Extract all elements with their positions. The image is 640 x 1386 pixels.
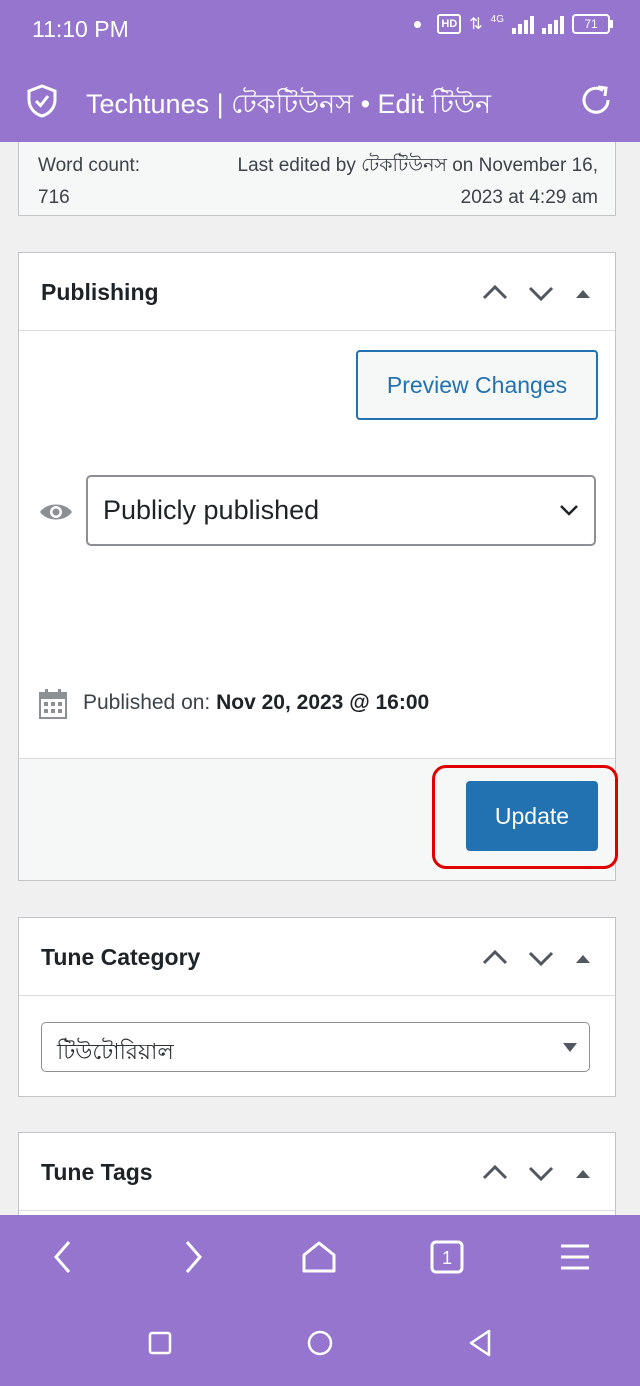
published-on-value[interactable]: Nov 20, 2023 @ 16:00	[216, 691, 429, 714]
move-down-icon[interactable]	[527, 944, 555, 972]
signal-icon	[512, 14, 534, 34]
page-title: Techtunes | টেকটিউনস • Edit টিউন	[86, 89, 492, 119]
home-icon[interactable]	[299, 1237, 339, 1277]
published-on: Published on: Nov 20, 2023 @ 16:00	[83, 691, 429, 715]
publishing-title: Publishing	[41, 279, 159, 305]
move-up-icon[interactable]	[481, 279, 509, 307]
status-bar: 11:10 PM HD ⇅ 4G 71	[0, 0, 640, 60]
move-down-icon[interactable]	[527, 1159, 555, 1187]
category-value: টিউটোরিয়াল	[57, 1039, 174, 1064]
tune-category-panel: Tune Category টিউটোরিয়াল	[18, 917, 616, 1097]
category-panel-header: Tune Category	[19, 918, 615, 996]
reload-icon[interactable]	[578, 82, 614, 118]
move-up-icon[interactable]	[481, 944, 509, 972]
status-time: 11:10 PM	[32, 16, 129, 42]
category-select[interactable]: টিউটোরিয়াল	[41, 1022, 590, 1072]
menu-icon[interactable]	[555, 1237, 595, 1277]
back-triangle-icon[interactable]	[460, 1323, 500, 1363]
category-title: Tune Category	[41, 944, 201, 970]
signal-2-icon	[542, 14, 564, 34]
tab-count: 1	[442, 1248, 452, 1268]
tags-title: Tune Tags	[41, 1159, 153, 1185]
published-on-label: Published on:	[83, 691, 211, 714]
hd-badge: HD	[437, 14, 462, 34]
eye-icon	[40, 504, 72, 520]
back-icon[interactable]	[44, 1237, 84, 1277]
move-up-icon[interactable]	[481, 1159, 509, 1187]
visibility-value: Publicly published	[103, 495, 320, 525]
collapse-toggle-icon[interactable]	[569, 1159, 597, 1187]
network-type: 4G	[490, 14, 504, 25]
forward-icon[interactable]	[172, 1237, 212, 1277]
battery-icon: 71	[572, 14, 613, 34]
dropdown-arrow-icon	[563, 1043, 577, 1052]
bottom-navigation: 1	[0, 1215, 640, 1386]
collapse-toggle-icon[interactable]	[569, 279, 597, 307]
home-circle-icon[interactable]	[300, 1323, 340, 1363]
recents-icon[interactable]	[140, 1323, 180, 1363]
move-down-icon[interactable]	[527, 279, 555, 307]
shield-check-icon[interactable]	[26, 84, 58, 118]
preview-changes-button[interactable]: Preview Changes	[356, 350, 598, 420]
browser-app-bar: Techtunes | টেকটিউনস • Edit টিউন	[0, 60, 640, 142]
last-edited-text: Last edited by টেকটিউনস on November 16, …	[237, 155, 598, 208]
collapse-toggle-icon[interactable]	[569, 944, 597, 972]
calendar-icon	[39, 689, 67, 719]
tags-panel-header: Tune Tags	[19, 1133, 615, 1211]
word-count-value: 716	[38, 187, 70, 208]
post-summary-strip: Word count: 716 Last edited by টেকটিউনস …	[18, 142, 616, 216]
data-arrows-icon: ⇅	[469, 16, 483, 33]
publishing-panel-header: Publishing	[19, 253, 615, 331]
visibility-select[interactable]: Publicly published	[86, 475, 596, 546]
notification-dot-icon	[414, 20, 422, 28]
tabs-icon[interactable]: 1	[427, 1237, 467, 1277]
chevron-down-icon	[560, 505, 578, 516]
update-highlight-annotation	[432, 765, 618, 869]
word-count-label: Word count:	[38, 155, 141, 176]
word-count: Word count: 716	[38, 150, 140, 214]
status-icons: HD ⇅ 4G 71	[414, 14, 613, 34]
